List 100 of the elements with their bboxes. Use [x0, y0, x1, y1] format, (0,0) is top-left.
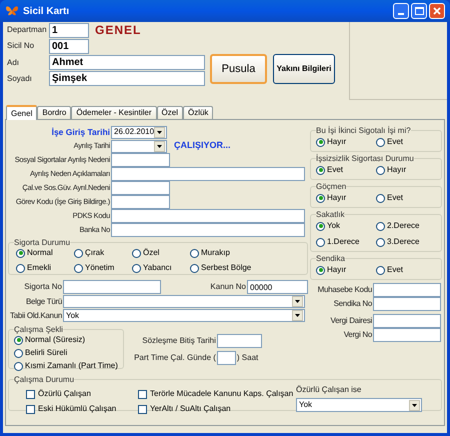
radio-button[interactable]: [376, 138, 385, 146]
radio-label: Emekli: [27, 262, 52, 274]
window-title: Sicil Kartı: [23, 4, 70, 18]
dropdown-field[interactable]: [63, 295, 305, 308]
radio-button[interactable]: [74, 248, 83, 258]
radio-label: 1.Derece: [327, 236, 360, 248]
input-field[interactable]: 001: [49, 38, 89, 54]
radio-button[interactable]: [14, 336, 23, 344]
caret-icon: [295, 300, 300, 303]
field-label: İşe Giriş Tarihi: [50, 126, 110, 138]
radio-label: Belirli Süreli: [25, 347, 68, 359]
field-label: Sicil No: [7, 40, 36, 52]
group-title: Göçmen: [316, 182, 346, 191]
section-title: GENEL: [95, 22, 142, 39]
radio-button[interactable]: [74, 264, 83, 272]
input-field[interactable]: Şimşek: [49, 71, 205, 86]
tab[interactable]: Özel: [156, 106, 183, 119]
radio-label: Hayır: [327, 192, 346, 204]
dropdown-arrow-button[interactable]: [409, 400, 420, 410]
radio-button[interactable]: [316, 138, 325, 146]
field-label: Sigorta No: [23, 281, 62, 293]
radio-label: Hayır: [327, 136, 346, 148]
radio-button[interactable]: [14, 362, 23, 370]
checkbox[interactable]: [138, 404, 147, 414]
radio-label: Özel: [143, 247, 160, 259]
checkbox[interactable]: [26, 390, 35, 398]
group-title: Sakatlık: [316, 210, 344, 219]
radio-label: Evet: [387, 136, 404, 148]
tab[interactable]: Bordro: [37, 106, 72, 119]
radio-label: Hayır: [327, 264, 346, 276]
radio-button[interactable]: [132, 264, 141, 272]
radio-button[interactable]: [376, 266, 385, 274]
radio-button[interactable]: [14, 348, 23, 358]
radio-label: Evet: [327, 164, 344, 176]
minimize-button[interactable]: [393, 3, 409, 19]
caret-icon: [157, 144, 162, 148]
radio-button[interactable]: [316, 266, 325, 274]
tab[interactable]: Özlük: [182, 106, 214, 119]
input-field[interactable]: [373, 314, 441, 328]
group-title: Sendika: [316, 254, 345, 263]
status-text: ÇALIŞIYOR...: [174, 139, 231, 152]
dropdown-field[interactable]: Yok: [296, 398, 422, 412]
radio-label: Murakıp: [201, 247, 230, 259]
radio-button[interactable]: [316, 222, 325, 230]
checkbox[interactable]: [138, 390, 147, 398]
input-field[interactable]: [216, 351, 236, 365]
radio-button[interactable]: [316, 194, 325, 202]
input-field[interactable]: [111, 223, 305, 237]
radio-button[interactable]: [16, 248, 25, 258]
input-field[interactable]: [111, 209, 305, 223]
field-label: Sendika No: [332, 298, 372, 310]
radio-button[interactable]: [376, 194, 385, 202]
radio-button[interactable]: [132, 248, 141, 258]
tab[interactable]: Ödemeler - Kesintiler: [71, 106, 157, 119]
caret-icon: [295, 314, 300, 317]
input-field[interactable]: 00000: [247, 280, 308, 294]
radio-button[interactable]: [16, 264, 25, 272]
date-picker[interactable]: 26.02.2010: [111, 126, 167, 138]
field-label: ) Saat: [236, 352, 258, 364]
radio-label: Normal (Süresiz): [25, 334, 86, 346]
radio-button[interactable]: [190, 264, 199, 272]
input-field[interactable]: [111, 195, 170, 209]
dropdown-arrow-button[interactable]: [292, 310, 303, 321]
field-label: Özürlü Çalışan ise: [296, 384, 362, 396]
radio-button[interactable]: [376, 238, 385, 246]
input-field[interactable]: [373, 297, 441, 311]
radio-label: Evet: [387, 264, 404, 276]
input-field[interactable]: [373, 328, 441, 342]
input-field[interactable]: [111, 153, 170, 167]
radio-button[interactable]: [376, 166, 385, 174]
input-field[interactable]: [216, 334, 262, 348]
input-field[interactable]: 1: [49, 22, 89, 38]
radio-button[interactable]: [190, 248, 199, 258]
input-field[interactable]: [373, 283, 441, 297]
dropdown-arrow-button[interactable]: [154, 140, 165, 152]
pusula-button[interactable]: Pusula: [210, 54, 267, 84]
group-title: Çalışma Şekli: [14, 325, 63, 334]
checkbox-label: Terörle Mücadele Kanunu Kaps. Çalışan: [150, 388, 294, 400]
dropdown-field[interactable]: Yok: [63, 309, 305, 322]
checkbox-label: Eski Hükümlü Çalışan: [38, 403, 116, 415]
input-field[interactable]: [63, 280, 161, 294]
input-field[interactable]: Ahmet: [49, 55, 205, 70]
radio-button[interactable]: [316, 166, 325, 174]
field-label: Vergi Dairesi: [330, 315, 372, 327]
maximize-button[interactable]: [411, 3, 427, 19]
checkbox[interactable]: [26, 404, 35, 414]
input-field[interactable]: [111, 167, 305, 181]
tab[interactable]: Genel: [6, 105, 38, 120]
radio-label: Yok: [327, 220, 340, 232]
radio-label: Yabancı: [143, 262, 172, 274]
minimize-icon: [398, 13, 404, 15]
input-field[interactable]: [111, 181, 170, 195]
relatives-button[interactable]: Yakını Bilgileri: [273, 54, 335, 84]
radio-button[interactable]: [376, 222, 385, 230]
field-label: Soyadı: [7, 72, 33, 84]
dropdown-arrow-button[interactable]: [292, 296, 303, 307]
dropdown-arrow-button[interactable]: [154, 126, 166, 138]
radio-label: Hayır: [387, 164, 406, 176]
close-button[interactable]: [429, 3, 445, 19]
radio-button[interactable]: [316, 238, 325, 246]
